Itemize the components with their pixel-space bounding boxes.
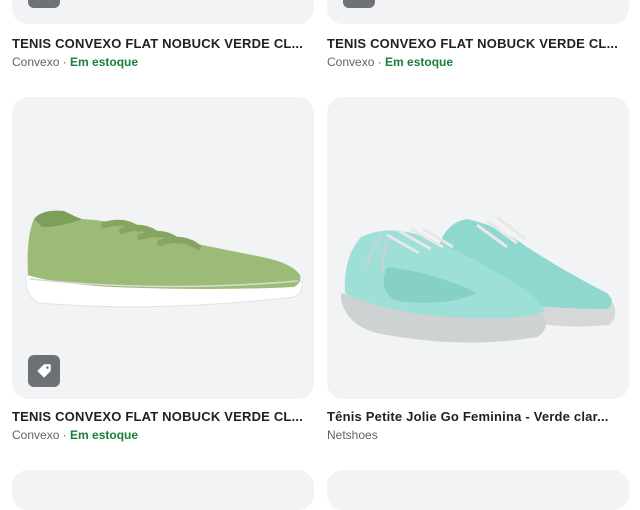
tag-icon[interactable] bbox=[28, 0, 60, 8]
product-image[interactable] bbox=[12, 470, 314, 510]
meta-separator: · bbox=[59, 428, 71, 442]
stock-status: Em estoque bbox=[385, 55, 454, 69]
product-title[interactable]: TENIS CONVEXO FLAT NOBUCK VERDE CL... bbox=[12, 409, 302, 424]
product-title[interactable]: Tênis Petite Jolie Go Feminina - Verde c… bbox=[327, 409, 617, 424]
product-image[interactable] bbox=[12, 97, 314, 399]
meta-separator: · bbox=[374, 55, 386, 69]
stock-status: Em estoque bbox=[70, 428, 139, 442]
seller-name: Netshoes bbox=[327, 428, 378, 442]
seller-name: Convexo bbox=[12, 55, 60, 69]
product-image[interactable] bbox=[327, 97, 629, 399]
seller-name: Convexo bbox=[12, 428, 60, 442]
product-meta: Convexo · Em estoque bbox=[12, 55, 138, 69]
stock-status: Em estoque bbox=[70, 55, 139, 69]
product-meta: Netshoes bbox=[327, 428, 378, 442]
tag-icon[interactable] bbox=[343, 0, 375, 8]
tag-icon[interactable] bbox=[28, 355, 60, 387]
product-meta: Convexo · Em estoque bbox=[327, 55, 453, 69]
product-title[interactable]: TENIS CONVEXO FLAT NOBUCK VERDE CL... bbox=[327, 36, 617, 51]
product-image[interactable] bbox=[327, 470, 629, 510]
green-sneaker-image bbox=[25, 210, 303, 308]
mint-sneakers-image bbox=[341, 215, 616, 343]
product-image[interactable] bbox=[327, 0, 629, 24]
product-meta: Convexo · Em estoque bbox=[12, 428, 138, 442]
meta-separator: · bbox=[59, 55, 71, 69]
seller-name: Convexo bbox=[327, 55, 375, 69]
product-title[interactable]: TENIS CONVEXO FLAT NOBUCK VERDE CL... bbox=[12, 36, 302, 51]
product-image[interactable] bbox=[12, 0, 314, 24]
